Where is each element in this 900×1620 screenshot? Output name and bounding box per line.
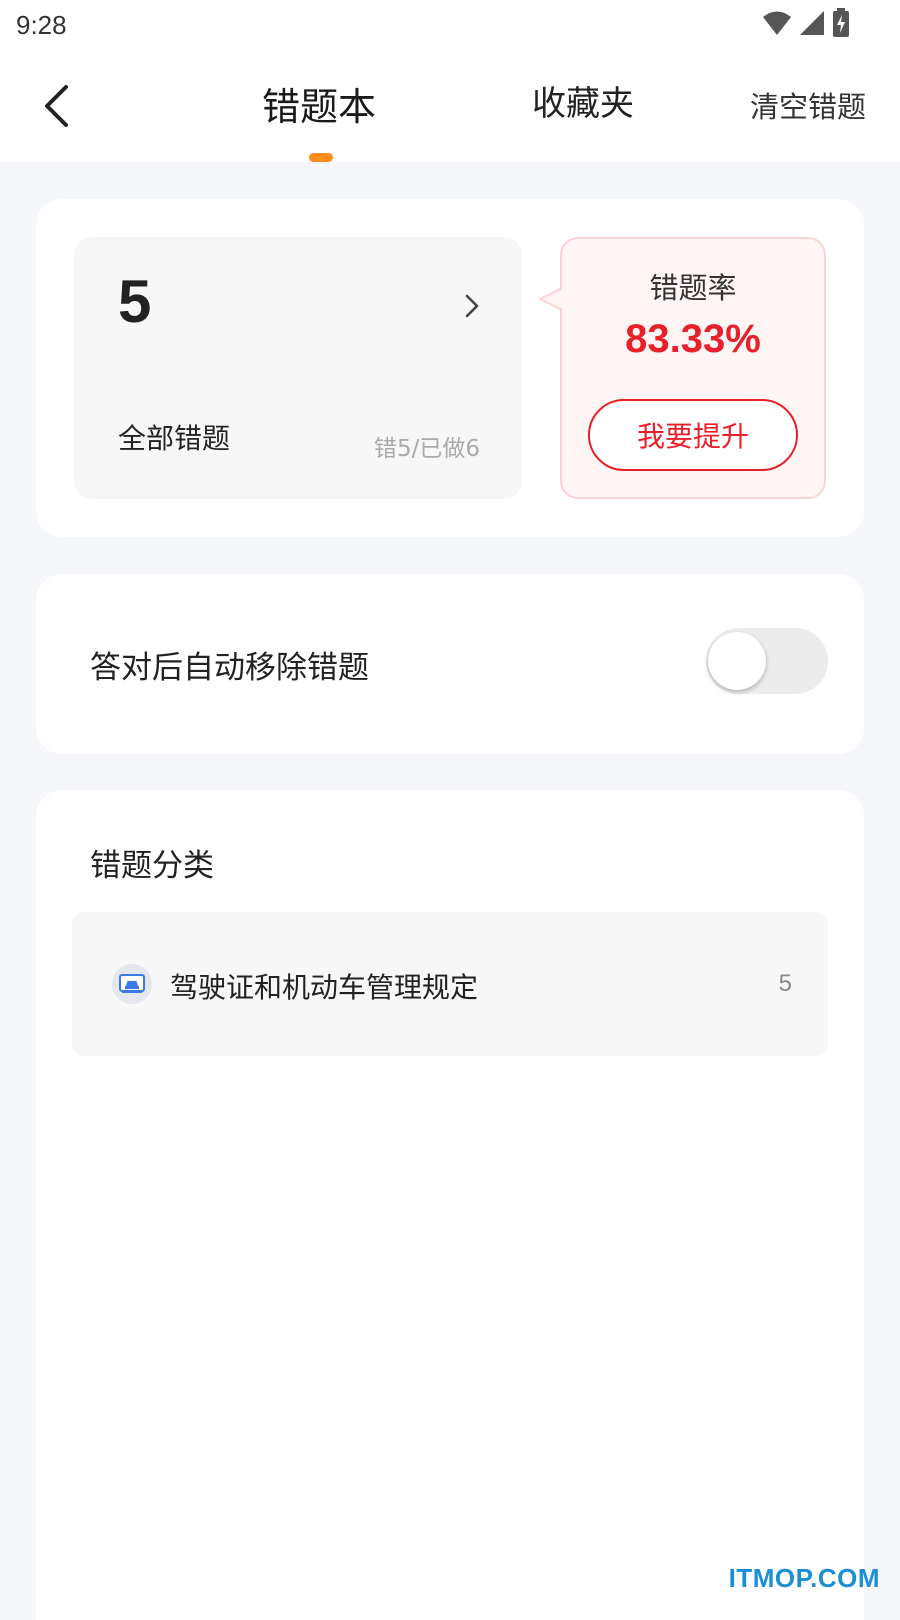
- status-time: 9:28: [16, 10, 67, 41]
- summary-card: 5 全部错题 错5/已做6 错题率 83.33% 我要提升: [36, 199, 864, 537]
- tab-indicator: [309, 153, 333, 162]
- all-wrong-panel[interactable]: 5 全部错题 错5/已做6: [74, 237, 522, 499]
- watermark: ITMOP.COM: [729, 1563, 880, 1594]
- category-count: 5: [779, 970, 792, 998]
- clear-wrong-button[interactable]: 清空错题: [750, 84, 866, 126]
- back-button[interactable]: [28, 78, 84, 134]
- auto-remove-label: 答对后自动移除错题: [90, 642, 369, 687]
- auto-remove-card: 答对后自动移除错题: [36, 574, 864, 754]
- error-rate-panel: 错题率 83.33% 我要提升: [560, 237, 826, 499]
- error-rate-label: 错题率: [562, 265, 824, 307]
- error-rate-value: 83.33%: [562, 317, 824, 362]
- auto-remove-toggle[interactable]: [706, 628, 828, 694]
- wifi-icon: [762, 10, 792, 36]
- status-bar: 9:28: [0, 0, 900, 50]
- back-arrow-icon: [41, 84, 71, 128]
- status-icons: [762, 8, 850, 38]
- signal-icon: [798, 10, 826, 36]
- chevron-right-icon: [460, 291, 484, 321]
- category-card: 错题分类 驾驶证和机动车管理规定 5: [36, 790, 864, 1620]
- all-wrong-label: 全部错题: [118, 417, 230, 457]
- car-card-icon: [112, 964, 152, 1004]
- battery-charging-icon: [832, 8, 850, 38]
- category-title: 错题分类: [90, 840, 214, 885]
- tab-favorites[interactable]: 收藏夹: [532, 76, 634, 125]
- total-wrong-count: 5: [118, 267, 151, 336]
- category-name: 驾驶证和机动车管理规定: [170, 966, 478, 1006]
- nav-bar: 错题本 收藏夹 清空错题: [0, 50, 900, 162]
- tab-wrong-book[interactable]: 错题本: [262, 76, 376, 131]
- wrong-done-ratio: 错5/已做6: [374, 429, 480, 463]
- category-item[interactable]: 驾驶证和机动车管理规定 5: [72, 912, 828, 1056]
- toggle-knob: [708, 632, 766, 690]
- improve-button[interactable]: 我要提升: [588, 399, 798, 471]
- rate-pointer-inner: [542, 289, 563, 309]
